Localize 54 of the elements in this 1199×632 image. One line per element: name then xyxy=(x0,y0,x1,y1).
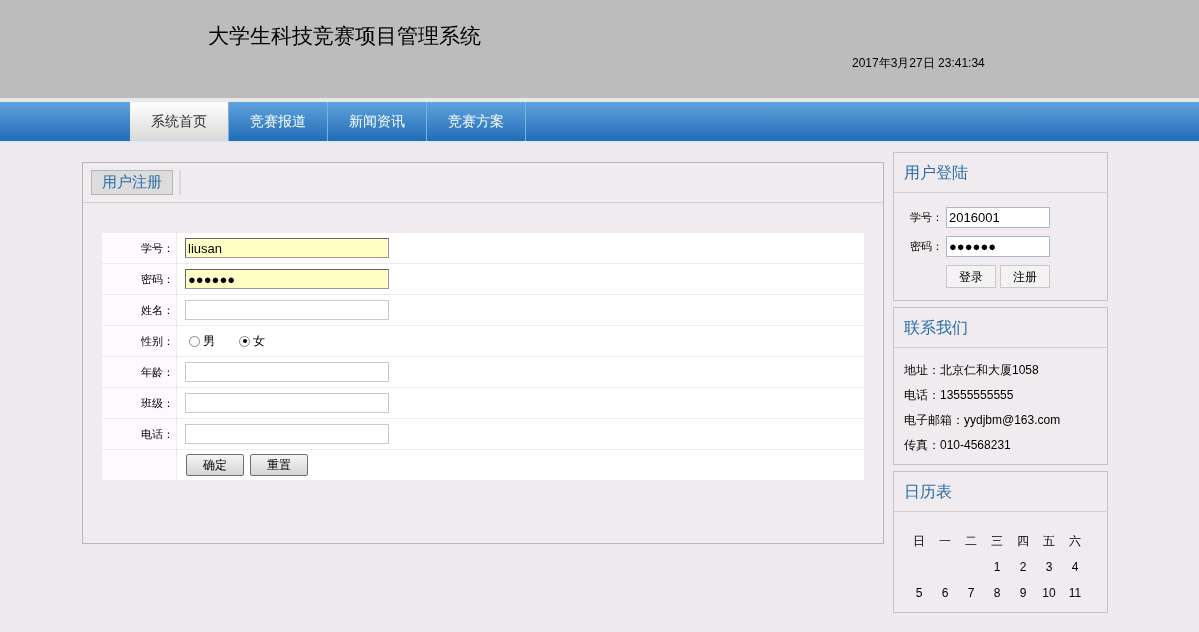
calendar-day[interactable]: 8 xyxy=(984,584,1010,602)
text-field[interactable]: ●●●●●● xyxy=(185,269,389,289)
calendar-day[interactable]: 4 xyxy=(1062,558,1088,576)
calendar-day[interactable]: 5 xyxy=(906,584,932,602)
calendar-day[interactable]: 6 xyxy=(932,584,958,602)
weekday-label: 六 xyxy=(1068,533,1082,550)
field-label: 电话： xyxy=(141,426,174,442)
field-label: 年龄： xyxy=(141,364,174,380)
weekday-label: 四 xyxy=(1016,533,1030,550)
field-label: 密码： xyxy=(910,239,944,255)
field-label: 姓名： xyxy=(141,302,174,318)
text-field[interactable] xyxy=(185,362,389,382)
radio-button[interactable] xyxy=(189,335,200,347)
calendar-day[interactable]: 1 xyxy=(984,558,1010,576)
date-time: 2017年3月27日 23:41:34 xyxy=(852,56,985,70)
field-label: 性别： xyxy=(141,333,174,349)
form-button[interactable]: 重置 xyxy=(250,454,308,476)
contact-line: 电话：13555555555 xyxy=(904,387,1015,404)
text-field[interactable] xyxy=(185,424,389,444)
weekday-label: 日 xyxy=(912,533,926,550)
calendar-day[interactable]: 7 xyxy=(958,584,984,602)
panel-tab[interactable]: 用户注册 xyxy=(91,170,173,195)
weekday-label: 五 xyxy=(1042,533,1056,550)
panel-title: 用户登陆 xyxy=(904,162,968,183)
weekday-label: 三 xyxy=(990,533,1004,550)
site-title: 大学生科技竞赛项目管理系统 xyxy=(208,24,481,47)
field-label: 学号： xyxy=(910,210,944,226)
text-field[interactable]: liusan xyxy=(185,238,389,258)
text-field[interactable]: 2016001 xyxy=(946,207,1050,228)
text-field[interactable] xyxy=(185,393,389,413)
calendar-day[interactable]: 10 xyxy=(1036,584,1062,602)
field-label: 学号： xyxy=(141,240,174,256)
calendar-day[interactable]: 11 xyxy=(1062,584,1088,602)
nav-tab[interactable]: 系统首页 xyxy=(130,102,229,141)
panel-title: 日历表 xyxy=(904,481,952,502)
radio-label: 女 xyxy=(253,333,265,350)
login-button[interactable]: 注册 xyxy=(1000,265,1050,288)
radio-button[interactable] xyxy=(239,335,250,347)
contact-line: 电子邮箱：yydjbm@163.com xyxy=(904,412,1062,429)
weekday-label: 一 xyxy=(938,533,952,550)
contact-line: 地址：北京仁和大厦1058 xyxy=(904,362,1040,379)
field-label: 班级： xyxy=(141,395,174,411)
field-label: 密码： xyxy=(141,271,174,287)
form-button[interactable]: 确定 xyxy=(186,454,244,476)
panel-title: 联系我们 xyxy=(904,317,968,338)
calendar-day[interactable]: 3 xyxy=(1036,558,1062,576)
weekday-label: 二 xyxy=(964,533,978,550)
calendar-day[interactable]: 9 xyxy=(1010,584,1036,602)
text-field[interactable]: ●●●●●● xyxy=(946,236,1050,257)
contact-line: 传真：010-4568231 xyxy=(904,437,1012,454)
radio-label: 男 xyxy=(203,333,215,350)
calendar-day[interactable]: 2 xyxy=(1010,558,1036,576)
text-field[interactable] xyxy=(185,300,389,320)
login-button[interactable]: 登录 xyxy=(946,265,996,288)
